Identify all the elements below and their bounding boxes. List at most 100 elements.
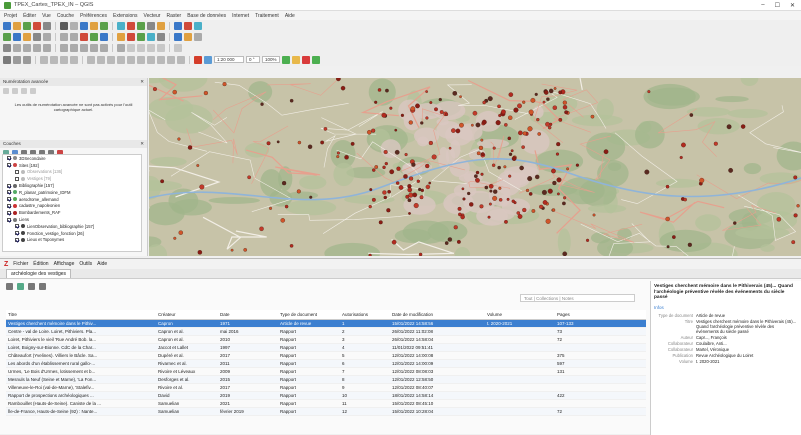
map-site-point[interactable] [492,196,497,201]
column-header[interactable]: Type de document [278,310,340,319]
map-site-point[interactable] [497,105,500,108]
map-site-point[interactable] [371,129,375,133]
menu-editer[interactable]: Éditer [23,13,36,19]
map-site-point[interactable] [551,169,555,173]
map-site-point[interactable] [458,207,462,211]
tab-archeologie[interactable]: archéologie des vestiges [6,269,71,278]
map-site-point[interactable] [336,155,339,158]
map-site-point[interactable] [473,111,477,115]
map-site-point[interactable] [522,208,526,212]
field-value[interactable]: Martel, Véronique [696,347,798,352]
toolbar-button-icon[interactable] [23,44,31,52]
map-site-point[interactable] [593,214,596,217]
map-site-point[interactable] [419,253,422,256]
column-header[interactable]: Autorisations [340,310,390,319]
menu-edition[interactable]: Édition [33,261,48,267]
map-site-point[interactable] [384,196,387,199]
menu-extensions[interactable]: Extensions [113,13,137,19]
map-canvas[interactable] [149,78,801,256]
map-site-point[interactable] [536,118,539,121]
field-value[interactable]: Vestiges cherchent mémoire dans le Pithi… [696,319,798,334]
menu-raster[interactable]: Raster [166,13,181,19]
layer-item[interactable]: Liens [3,216,141,223]
menu-outils[interactable]: Outils [79,261,92,267]
column-header[interactable]: Volume [485,310,555,319]
toolbar-button-icon[interactable] [13,22,21,30]
toolbar-button-icon[interactable] [194,33,202,41]
zoom-out-icon[interactable] [23,56,31,64]
map-site-point[interactable] [504,220,507,223]
map-site-point[interactable] [645,170,650,175]
map-site-point[interactable] [369,254,372,256]
layer-visibility-checkbox[interactable] [7,204,11,208]
map-site-point[interactable] [542,190,547,195]
tool-icon[interactable] [157,56,165,64]
map-site-point[interactable] [375,165,378,168]
map-site-point[interactable] [543,200,547,204]
layer-visibility-checkbox[interactable] [7,156,11,160]
toolbar-button-icon[interactable] [90,22,98,30]
map-site-point[interactable] [518,214,522,218]
map-site-point[interactable] [379,221,383,225]
panel-close-icon[interactable]: ✕ [140,79,144,85]
snap-icon[interactable] [282,56,290,64]
map-site-point[interactable] [535,175,539,179]
delete-icon[interactable] [302,56,310,64]
map-site-point[interactable] [493,190,497,194]
map-site-point[interactable] [385,89,388,92]
menu-vecteur[interactable]: Vecteur [144,13,161,19]
label-tool-icon[interactable] [204,56,212,64]
map-site-point[interactable] [535,93,538,96]
map-site-point[interactable] [337,152,340,155]
map-site-point[interactable] [520,166,524,170]
toolbar-button-icon[interactable] [174,33,182,41]
map-site-point[interactable] [454,225,458,229]
map-site-point[interactable] [543,101,545,103]
map-site-point[interactable] [552,181,556,185]
map-site-point[interactable] [793,176,797,180]
map-site-point[interactable] [474,174,477,177]
map-site-point[interactable] [281,218,285,222]
table-row[interactable]: Châteaufort (Yvelines). Villiers le Bâcl… [6,351,646,359]
toolbar-button-icon[interactable] [157,22,165,30]
map-site-point[interactable] [522,101,525,104]
map-site-point[interactable] [527,176,532,181]
map-site-point[interactable] [493,147,496,150]
map-site-point[interactable] [173,237,176,240]
map-site-point[interactable] [554,87,556,89]
map-site-point[interactable] [508,137,511,140]
map-site-point[interactable] [411,163,415,167]
map-site-point[interactable] [488,216,491,219]
map-site-point[interactable] [418,188,421,191]
toolbar-button-icon[interactable] [70,44,78,52]
toolbar-button-icon[interactable] [174,22,182,30]
map-site-point[interactable] [797,204,800,207]
field-value[interactable]: Revue Archéologique du Loiret [696,353,798,358]
new-collection-icon[interactable] [6,283,13,290]
map-site-point[interactable] [369,205,372,208]
map-site-point[interactable] [259,227,263,231]
map-site-point[interactable] [413,193,417,197]
map-site-point[interactable] [528,126,533,131]
map-site-point[interactable] [384,150,388,154]
map-site-point[interactable] [563,252,567,256]
search-input[interactable]: Tout | Collections | Notes [520,294,635,302]
toolbar-button-icon[interactable] [13,33,21,41]
layer-visibility-checkbox[interactable] [7,190,11,194]
toolbar-button-icon[interactable] [117,22,125,30]
map-site-point[interactable] [546,98,549,101]
tool-icon[interactable] [12,88,18,94]
table-row[interactable]: Les abords d'un établissement rural gall… [6,359,646,367]
map-site-point[interactable] [407,184,411,188]
map-site-point[interactable] [309,196,312,199]
map-site-point[interactable] [420,121,423,124]
map-site-point[interactable] [378,88,381,91]
map-site-point[interactable] [549,89,553,93]
layer-item[interactable]: cadastre_napoleonien [3,203,141,210]
map-site-point[interactable] [285,205,288,208]
add-feature-icon[interactable] [312,56,320,64]
table-row[interactable]: Villeneuve-le-Roi (val-de-Marne), 'Stale… [6,383,646,391]
map-site-point[interactable] [556,153,559,156]
toolbar-button-icon[interactable] [147,22,155,30]
map-site-point[interactable] [387,190,390,193]
